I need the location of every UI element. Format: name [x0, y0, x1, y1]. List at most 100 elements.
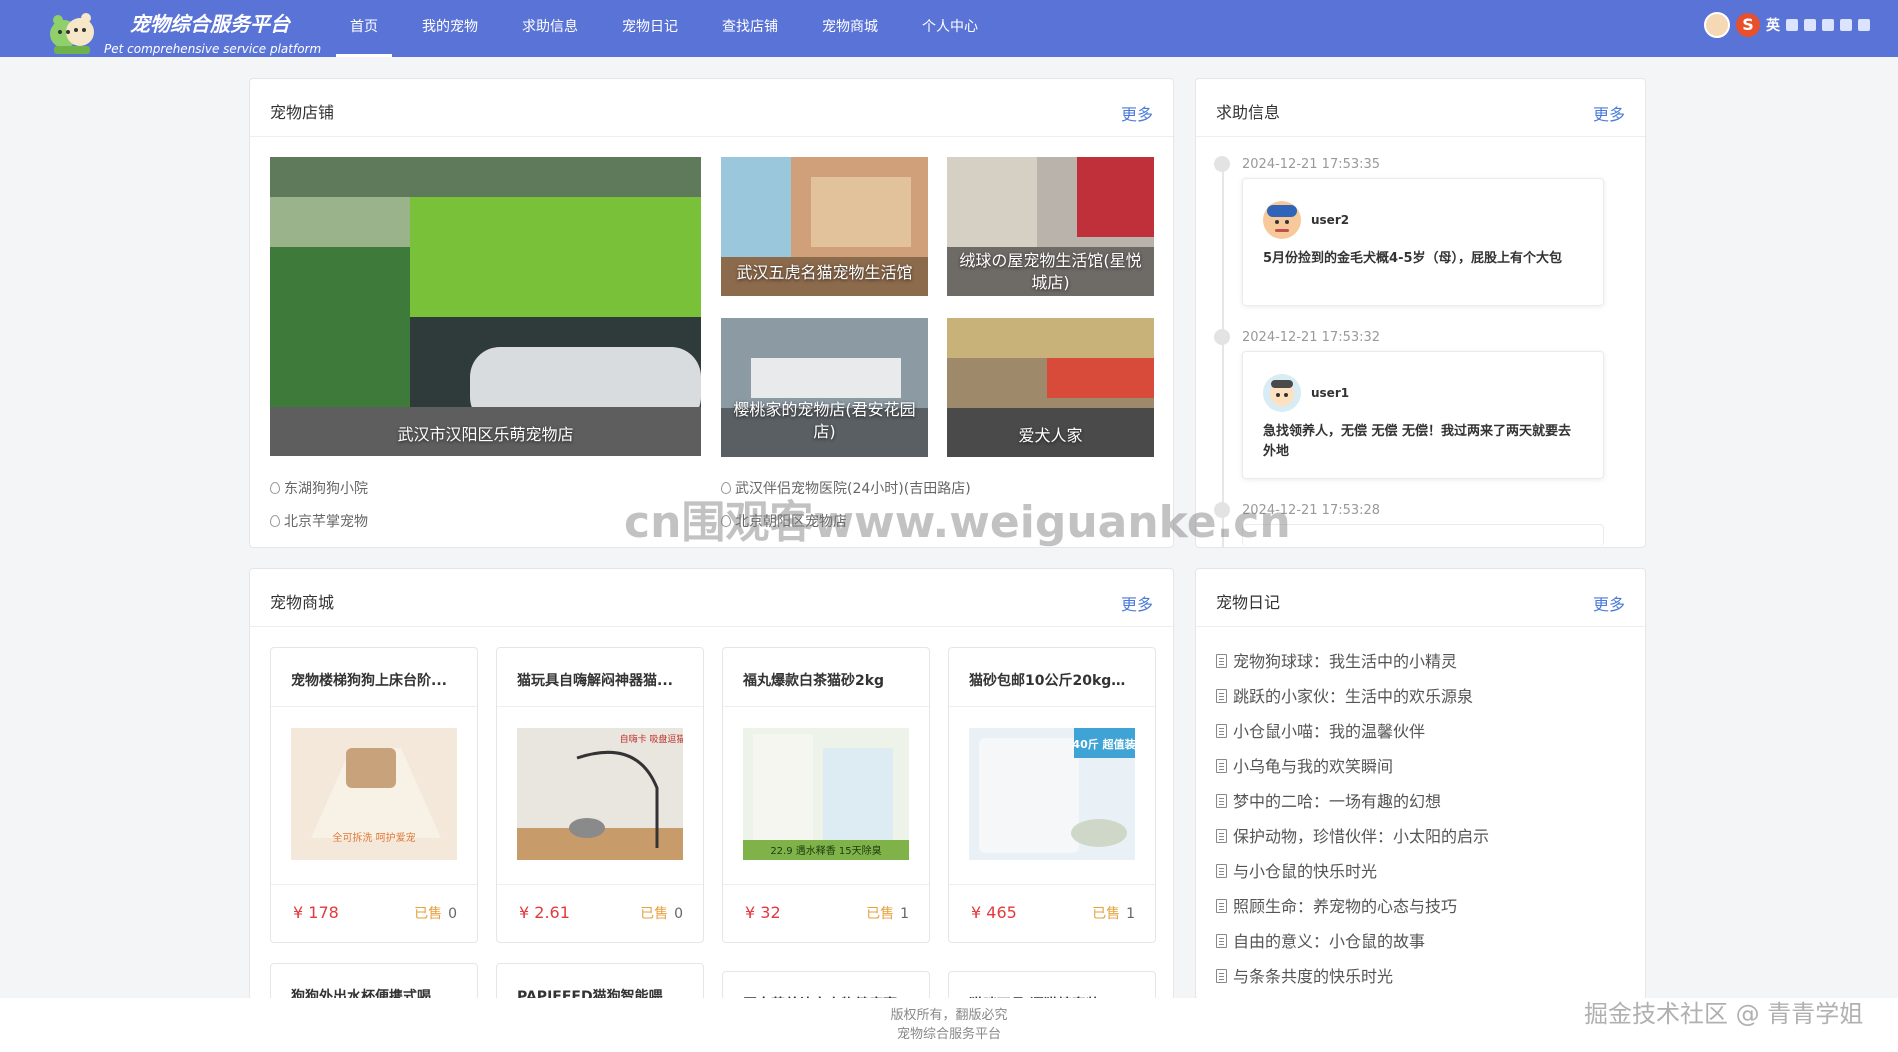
diary-item[interactable]: 小仓鼠小喵：我的温馨伙伴	[1216, 718, 1425, 742]
diary-item[interactable]: 与小仓鼠的快乐时光	[1216, 858, 1377, 882]
document-icon	[1216, 934, 1227, 948]
shop-tile-5[interactable]: 爱犬人家	[947, 318, 1154, 457]
user-icon[interactable]	[1840, 19, 1852, 31]
document-icon	[1216, 794, 1227, 808]
pet-diary-more-link[interactable]: 更多	[1593, 591, 1625, 615]
diary-item[interactable]: 自由的意义：小仓鼠的故事	[1216, 928, 1425, 952]
shop-link-3[interactable]: 北京芊掌宠物	[270, 511, 368, 531]
shop-tile-featured[interactable]: 武汉市汉阳区乐萌宠物店	[270, 157, 701, 456]
moon-icon[interactable]	[1786, 19, 1798, 31]
copyright-text: 版权所有，翻版必究	[890, 1008, 1008, 1023]
shop-link-4[interactable]: 北京朝阳区宠物店	[721, 511, 847, 531]
location-pin-icon	[721, 482, 731, 494]
pet-shops-more-link[interactable]: 更多	[1121, 101, 1153, 125]
nav-pet-mall[interactable]: 宠物商城	[800, 0, 900, 57]
top-navigation-bar: 宠物综合服务平台 Pet comprehensive service platf…	[0, 0, 1898, 57]
goods-image-text: 22.9 遇水释香 15天除臭	[770, 844, 881, 857]
goods-name: 猫砂包邮10公斤20kg4...	[949, 648, 1155, 707]
document-icon	[1216, 689, 1227, 703]
location-pin-icon	[721, 515, 731, 527]
goods-image: 40斤 超值装	[969, 728, 1135, 860]
page-footer: 版权所有，翻版必究 宠物综合服务平台	[0, 998, 1898, 1052]
goods-image: 自嗨卡 吸盘逗猫棒	[517, 728, 683, 860]
diary-item[interactable]: 与条条共度的快乐时光	[1216, 963, 1393, 987]
document-icon	[1216, 829, 1227, 843]
help-timeline	[1222, 158, 1224, 548]
document-icon	[1216, 864, 1227, 878]
diary-item[interactable]: 保护动物，珍惜伙伴：小太阳的启示	[1216, 823, 1489, 847]
keyboard-icon[interactable]	[1822, 19, 1834, 31]
pet-mall-more-link[interactable]: 更多	[1121, 591, 1153, 615]
brand-subtitle: Pet comprehensive service platform	[104, 42, 322, 56]
skin-icon[interactable]	[1858, 19, 1870, 31]
shop-link-2[interactable]: 武汉伴侣宠物医院(24小时)(吉田路店)	[721, 478, 971, 498]
avatar-icon	[1263, 374, 1301, 412]
timeline-dot	[1214, 329, 1230, 345]
help-item-card[interactable]	[1242, 524, 1604, 546]
help-content: 急找领养人，无偿 无偿 无偿！我过两来了两天就要去外地	[1263, 424, 1572, 459]
timeline-dot	[1214, 156, 1230, 172]
help-item-card[interactable]: user1 急找领养人，无偿 无偿 无偿！我过两来了两天就要去外地	[1242, 351, 1604, 479]
goods-sold: 已售 0	[414, 906, 457, 922]
goods-footer: ¥ 178 已售 0	[271, 884, 477, 942]
help-info-header: 求助信息 更多	[1196, 79, 1645, 137]
nav-help-info[interactable]: 求助信息	[500, 0, 600, 57]
help-content: 5月份捡到的金毛犬概4-5岁（母），屁股上有个大包	[1263, 251, 1563, 266]
nav-pet-diary[interactable]: 宠物日记	[600, 0, 700, 57]
shop-name-5: 爱犬人家	[1018, 426, 1083, 445]
goods-item[interactable]: 猫玩具自嗨解闷神器猫... 自嗨卡 吸盘逗猫棒 ¥ 2.61 已售0	[496, 647, 704, 943]
main-nav: 首页 我的宠物 求助信息 宠物日记 查找店铺 宠物商城 个人中心	[328, 0, 1000, 57]
timeline-dot	[1214, 502, 1230, 518]
shop-name-4: 樱桃家的宠物店(君安花园店)	[733, 400, 916, 441]
help-item-card[interactable]: user2 5月份捡到的金毛犬概4-5岁（母），屁股上有个大包	[1242, 178, 1604, 306]
goods-price: ¥ 2.61	[519, 903, 570, 922]
pet-logo-icon[interactable]	[44, 8, 100, 56]
pet-shops-header: 宠物店铺 更多	[250, 79, 1173, 137]
goods-footer: ¥ 465 已售 1	[949, 884, 1155, 942]
help-info-more-link[interactable]: 更多	[1593, 101, 1625, 125]
avatar-icon	[1263, 201, 1301, 239]
diary-item[interactable]: 跳跃的小家伙：生活中的欢乐源泉	[1216, 683, 1473, 707]
brand-title: 宠物综合服务平台	[130, 12, 290, 36]
pet-shops-title: 宠物店铺	[270, 103, 335, 122]
user-avatar	[1263, 374, 1301, 412]
ime-avatar-icon[interactable]	[1704, 12, 1730, 38]
goods-sold: 已售 1	[866, 906, 909, 922]
shop-tile-4[interactable]: 樱桃家的宠物店(君安花园店)	[721, 318, 928, 457]
goods-item[interactable]: 猫砂包邮10公斤20kg4... 40斤 超值装 ¥ 465 已售 1	[948, 647, 1156, 943]
goods-item[interactable]: 宠物楼梯狗狗上床台阶... 全可拆洗 呵护爱宠 ¥ 178 已售 0	[270, 647, 478, 943]
shop-tile-3[interactable]: 绒球の屋宠物生活馆(星悦城店)	[947, 157, 1154, 296]
goods-footer: ¥ 32 已售 1	[723, 884, 929, 942]
nav-my-pets[interactable]: 我的宠物	[400, 0, 500, 57]
sogou-ime-icon[interactable]: S	[1736, 13, 1760, 37]
document-icon	[1216, 969, 1227, 983]
goods-price: ¥ 32	[745, 903, 781, 922]
goods-image-text: 40斤 超值装	[1072, 737, 1135, 751]
goods-name: 福丸爆款白茶猫砂2kg	[723, 648, 929, 707]
help-username: user1	[1311, 386, 1350, 400]
shop-link-1[interactable]: 东湖狗狗小院	[270, 478, 368, 498]
punctuation-icon[interactable]	[1804, 19, 1816, 31]
goods-name: 猫玩具自嗨解闷神器猫...	[497, 648, 703, 707]
nav-find-shops[interactable]: 查找店铺	[700, 0, 800, 57]
pet-diary-header: 宠物日记 更多	[1196, 569, 1645, 627]
ime-language-toggle[interactable]: 英	[1766, 15, 1780, 35]
diary-item[interactable]: 照顾生命：养宠物的心态与技巧	[1216, 893, 1457, 917]
shop-tile-2[interactable]: 武汉五虎名猫宠物生活馆	[721, 157, 928, 296]
ime-toolbar: S 英	[1704, 12, 1870, 38]
diary-item[interactable]: 小乌龟与我的欢笑瞬间	[1216, 753, 1393, 777]
goods-item[interactable]: 福丸爆款白茶猫砂2kg 22.9 遇水释香 15天除臭 ¥ 32 已售 1	[722, 647, 930, 943]
shop-photo	[270, 157, 701, 456]
shop-name-3: 绒球の屋宠物生活馆(星悦城店)	[959, 251, 1142, 292]
goods-sold: 已售 0	[640, 906, 683, 922]
nav-home[interactable]: 首页	[328, 0, 400, 57]
document-icon	[1216, 654, 1227, 668]
nav-personal-center[interactable]: 个人中心	[900, 0, 1000, 57]
user-avatar	[1263, 201, 1301, 239]
help-username: user2	[1311, 213, 1350, 227]
footer-platform-name: 宠物综合服务平台	[896, 1027, 1001, 1042]
diary-item[interactable]: 梦中的二哈：一场有趣的幻想	[1216, 788, 1441, 812]
location-pin-icon	[270, 482, 280, 494]
shop-name-2: 武汉五虎名猫宠物生活馆	[736, 263, 913, 282]
diary-item[interactable]: 宠物狗球球：我生活中的小精灵	[1216, 648, 1457, 672]
